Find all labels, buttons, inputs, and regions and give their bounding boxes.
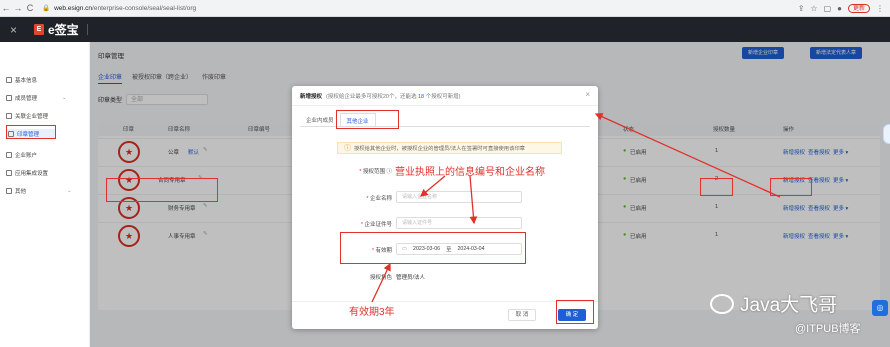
side-panel-tab[interactable] xyxy=(883,124,890,144)
watermark-brand: Java大飞哥 xyxy=(710,290,837,317)
watermark-text: Java大飞哥 xyxy=(740,295,838,316)
wechat-icon xyxy=(710,293,734,314)
watermark-source: @ITPUB博客 xyxy=(795,323,861,335)
assistant-icon[interactable]: ◎ xyxy=(872,300,888,316)
